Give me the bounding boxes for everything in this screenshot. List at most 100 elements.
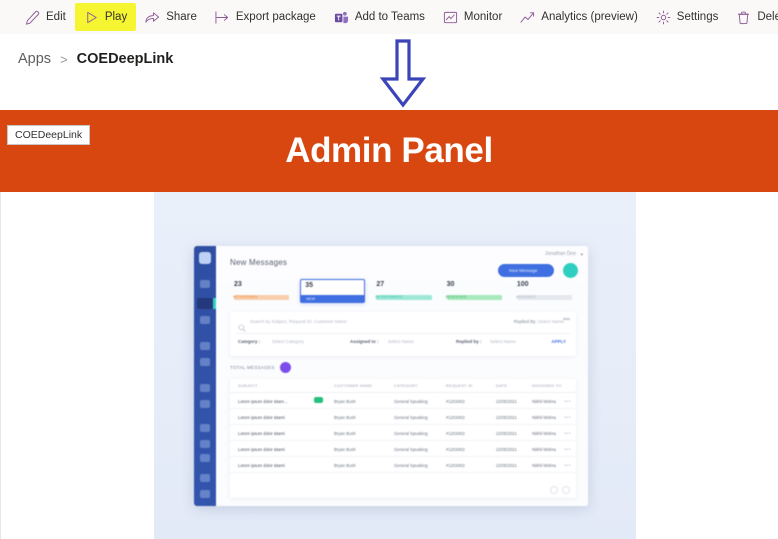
breadcrumb-apps[interactable]: Apps xyxy=(18,51,51,67)
cell-customer: Bryan Bush xyxy=(334,431,356,436)
preview-filter-value-category[interactable]: Select Category xyxy=(272,339,304,344)
kebab-icon[interactable]: ••• xyxy=(564,431,571,437)
kebab-icon[interactable]: ••• xyxy=(564,415,571,421)
preview-nav-documents-icon[interactable] xyxy=(200,358,210,366)
kebab-icon[interactable]: ••• xyxy=(564,447,571,453)
cell-request-id: #1203453 xyxy=(446,431,465,436)
preview-stat-card[interactable]: 30 RESOLVED xyxy=(442,279,506,303)
preview-stat-label: IN PROGRESS xyxy=(375,295,403,299)
preview-table-header: SUBJECT CUSTOMER NAME CATEGORY REQUEST I… xyxy=(230,379,576,393)
preview-nav-reports-icon[interactable] xyxy=(200,342,210,350)
command-edit[interactable]: Edit xyxy=(16,3,75,31)
command-export-package[interactable]: Export package xyxy=(206,3,325,31)
table-row[interactable]: Lorem ipsum dolor sitami Bryan Bush Gene… xyxy=(230,425,576,441)
command-settings[interactable]: Settings xyxy=(647,3,728,31)
preview-nav-media-icon[interactable] xyxy=(200,384,210,392)
preview-search-panel: Search by Subject, Request ID, Customer … xyxy=(230,312,576,356)
cell-customer: Bryan Bush xyxy=(334,415,356,420)
command-share-label: Share xyxy=(166,11,197,23)
preview-col-date[interactable]: DATE xyxy=(496,384,507,388)
teams-icon xyxy=(334,10,349,25)
cell-assigned: Nikhil Mishra xyxy=(532,447,556,452)
command-settings-label: Settings xyxy=(676,11,719,23)
preview-search-input[interactable]: Search by Subject, Request ID, Customer … xyxy=(250,319,347,324)
command-play-label: Play xyxy=(104,11,128,23)
command-add-to-teams[interactable]: Add to Teams xyxy=(325,3,434,31)
command-bar: Edit Play Share Export package Add to Te xyxy=(0,0,778,34)
gear-icon xyxy=(656,10,671,25)
preview-filter-label-assigned: Assigned to : xyxy=(350,339,379,344)
down-arrow-annotation xyxy=(379,39,427,109)
preview-apply-button[interactable]: APPLY xyxy=(551,339,566,344)
preview-col-assigned[interactable]: ASSIGNED TO xyxy=(532,384,562,388)
preview-nav-tasks-icon[interactable] xyxy=(200,454,210,462)
preview-filter-row: Category : Select Category Assigned to :… xyxy=(238,339,568,349)
export-icon xyxy=(215,10,230,25)
cell-assigned: Nikhil Mishra xyxy=(532,431,556,436)
preview-stat-card-selected[interactable]: 35 NEW xyxy=(300,279,366,303)
cell-category: General Speaking xyxy=(394,431,428,436)
preview-user-name[interactable]: Jonathan Doe xyxy=(545,251,576,257)
preview-stat-label: RESOLVED xyxy=(445,295,467,299)
preview-stat-card[interactable]: 23 WITHDRAWN xyxy=(230,279,294,303)
command-monitor[interactable]: Monitor xyxy=(434,3,511,31)
down-arrow-icon xyxy=(379,39,427,108)
command-monitor-label: Monitor xyxy=(463,11,503,23)
preview-new-message-label: New Message xyxy=(509,268,538,273)
preview-col-customer[interactable]: CUSTOMER NAME xyxy=(334,384,372,388)
preview-filter-label-replied: Replied by : xyxy=(456,339,482,344)
app-banner: COEDeepLink Admin Panel xyxy=(0,110,778,192)
preview-nav-upload-icon[interactable] xyxy=(200,440,210,448)
preview-col-request-id[interactable]: REQUEST ID xyxy=(446,384,473,388)
table-row[interactable]: Lorem ipsum dolor sitami Bryan Bush Gene… xyxy=(230,441,576,457)
preview-stat-card[interactable]: 100 ASSIGNED xyxy=(512,279,577,303)
chevron-down-icon[interactable]: ▾ xyxy=(580,252,583,258)
preview-col-category[interactable]: CATEGORY xyxy=(394,384,418,388)
breadcrumb-current-app[interactable]: COEDeepLink xyxy=(77,51,174,67)
preview-table: SUBJECT CUSTOMER NAME CATEGORY REQUEST I… xyxy=(230,379,576,498)
table-row[interactable]: Lorem ipsum dolor sitami Bryan Bush Gene… xyxy=(230,457,576,473)
preview-filter-value-assigned[interactable]: Select Name xyxy=(388,339,414,344)
analytics-icon xyxy=(520,10,535,25)
divider xyxy=(236,333,570,334)
play-icon xyxy=(84,10,99,25)
command-share[interactable]: Share xyxy=(136,3,206,31)
command-play[interactable]: Play xyxy=(74,3,137,31)
table-row[interactable]: Lorem ipsum dolor sitam... Bryan Bush Ge… xyxy=(230,393,576,409)
preview-nav-analytics-icon[interactable] xyxy=(200,424,210,432)
page-title: Admin Panel xyxy=(285,131,493,170)
preview-sidebar xyxy=(194,246,216,506)
preview-stat-card[interactable]: 27 IN PROGRESS xyxy=(372,279,436,303)
preview-stat-cards: 23 WITHDRAWN 35 NEW 27 IN PROGRESS 30 RE… xyxy=(230,279,577,303)
preview-pagination xyxy=(550,486,570,494)
cell-request-id: #1203453 xyxy=(446,447,465,452)
preview-nav-settings-icon[interactable] xyxy=(200,490,210,498)
cell-subject: Lorem ipsum dolor sitami xyxy=(238,447,285,452)
more-icon[interactable] xyxy=(563,318,570,320)
kebab-icon[interactable]: ••• xyxy=(564,399,571,405)
preview-totals: TOTAL MESSAGES xyxy=(230,362,291,373)
search-icon xyxy=(238,319,246,332)
cell-date: 22/05/2021 xyxy=(496,447,517,452)
command-analytics[interactable]: Analytics (preview) xyxy=(511,3,647,31)
prev-page-icon[interactable] xyxy=(550,486,558,494)
kebab-icon[interactable]: ••• xyxy=(564,463,571,469)
preview-nav-dashboard-icon[interactable] xyxy=(200,280,210,288)
preview-nav-help-icon[interactable] xyxy=(200,474,210,482)
status-badge xyxy=(314,397,323,403)
preview-stat-value: 100 xyxy=(516,281,529,288)
command-delete[interactable]: Delete xyxy=(727,3,778,31)
preview-filter-value-replied[interactable]: Select Name xyxy=(490,339,516,344)
next-page-icon[interactable] xyxy=(562,486,570,494)
preview-nav-users-icon[interactable] xyxy=(200,400,210,408)
preview-header-title: New Messages xyxy=(230,258,288,267)
app-preview-screenshot[interactable]: New Messages Jonathan Doe ▾ New Message … xyxy=(194,246,588,506)
table-row[interactable]: Lorem ipsum dolor sitami Bryan Bush Gene… xyxy=(230,409,576,425)
preview-replied-by-value[interactable]: Select Name xyxy=(538,319,564,324)
avatar[interactable] xyxy=(563,263,578,278)
breadcrumb-separator: > xyxy=(60,51,68,67)
preview-nav-messages-icon[interactable] xyxy=(197,298,213,309)
preview-new-message-button[interactable]: New Message xyxy=(498,264,554,277)
cell-request-id: #1203453 xyxy=(446,463,465,468)
preview-nav-alerts-icon[interactable] xyxy=(200,316,210,324)
